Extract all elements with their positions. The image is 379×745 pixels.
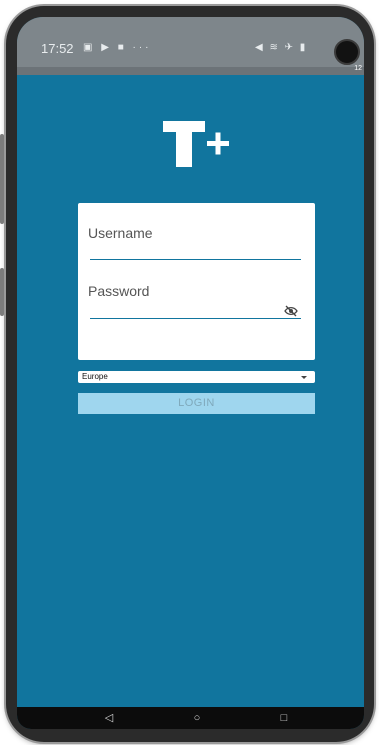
status-time: 17:52 (41, 41, 74, 56)
region-selected-value: Europe (82, 372, 108, 381)
region-dropdown[interactable]: Europe (78, 371, 315, 383)
login-card: Username Password (78, 203, 315, 360)
notification-icons: ▣ ▶ ■ ··· (83, 42, 152, 53)
recents-icon[interactable]: □ (272, 707, 296, 729)
password-label: Password (88, 283, 150, 299)
bixby-button (0, 268, 4, 316)
t-plus-logo-icon (163, 121, 229, 167)
phone-screen: 17:52 ▣ ▶ ■ ··· ◀ ≋ ✈ ▮ 12 Username Pass… (17, 17, 364, 729)
login-button[interactable]: LOGIN (78, 393, 315, 414)
system-status-icons: ◀ ≋ ✈ ▮ (255, 42, 308, 53)
password-input[interactable] (90, 318, 301, 319)
eye-off-icon[interactable] (284, 305, 298, 317)
app-top-strip (17, 67, 364, 75)
volume-button (0, 134, 4, 224)
status-bar: 17:52 ▣ ▶ ■ ··· ◀ ≋ ✈ ▮ (17, 17, 364, 67)
dropdown-caret-icon (301, 376, 307, 379)
notification-count: 12 (354, 65, 362, 72)
home-icon[interactable]: ○ (185, 707, 209, 729)
navigation-bar: ◁ ○ □ (17, 707, 364, 729)
back-icon[interactable]: ◁ (97, 707, 121, 729)
username-input[interactable] (90, 259, 301, 260)
front-camera-icon (334, 39, 360, 65)
username-label: Username (88, 225, 153, 241)
